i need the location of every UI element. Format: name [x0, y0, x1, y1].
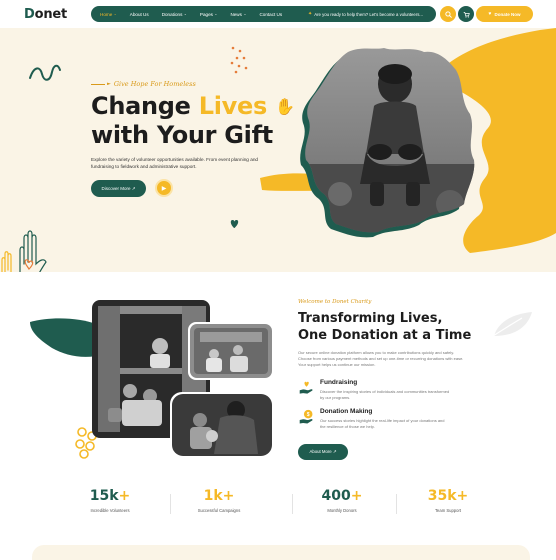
nav-item-news[interactable]: News ⌄	[230, 12, 246, 17]
donation-coin-icon: $	[299, 409, 313, 424]
about-tagline: Welcome to Donet Charity	[298, 299, 372, 305]
leaf-decoration	[489, 312, 532, 339]
handshake-icon: ✦	[308, 11, 313, 17]
heart-hand-icon: ♥	[488, 11, 492, 17]
feature-donation-making: $ Donation Making Our success stories hi…	[298, 408, 468, 438]
nav-item-contact-us[interactable]: Contact Us	[259, 12, 282, 17]
hero-section: ► Give Hope For Homeless Change Lives ✋ w…	[0, 28, 556, 272]
discover-more-button[interactable]: Discover More ↗	[91, 180, 146, 197]
main-nav: Home ⌄ About Us Donations ⌄ Pages ⌄ News ⌄ C…	[91, 6, 436, 22]
stat-campaigns: 1k+ Successful Campaigns	[197, 488, 241, 513]
about-description: Our secure online donation platform allo…	[298, 350, 464, 367]
about-title: Transforming Lives, One Donation at a Ti…	[298, 311, 472, 343]
play-icon: ▶	[161, 185, 167, 192]
chevron-down-icon: ⌄	[214, 12, 218, 16]
arrow-icon: ►	[107, 81, 111, 87]
hero-child-photo	[300, 48, 475, 238]
nav-item-donations[interactable]: Donations ⌄	[162, 12, 187, 17]
svg-text:$: $	[307, 412, 310, 418]
about-more-button[interactable]: About More ↗	[298, 444, 348, 460]
feature-fundraising: Fundraising Discover the inspiring stori…	[298, 379, 468, 409]
chevron-down-icon: ⌄	[113, 12, 117, 16]
site-header: Donet Home ⌄ About Us Donations ⌄ Pages ⌄ N…	[0, 0, 556, 28]
waving-hand-icon: ✋	[275, 97, 295, 116]
stat-volunteers: 15k+ Incredible Volunteers	[89, 488, 131, 513]
cart-button[interactable]	[458, 6, 474, 22]
hero-title: Change Lives ✋ with Your Gift	[91, 92, 295, 149]
nav-item-pages[interactable]: Pages ⌄	[200, 12, 218, 17]
next-section-band	[32, 545, 530, 560]
nav-volunteer-prompt[interactable]: ✦ Are you ready to help them? Let's becom…	[308, 11, 423, 17]
hero-description: Explore the variety of volunteer opportu…	[91, 157, 259, 169]
stats-row: 15k+ Incredible Volunteers 1k+ Successfu…	[60, 488, 500, 520]
photo-children-doorway	[188, 322, 274, 380]
donate-now-button[interactable]: ♥ Donate Now	[476, 6, 533, 22]
nav-item-about-us[interactable]: About Us	[130, 12, 149, 17]
hand-heart-icon	[299, 381, 313, 394]
hero-tagline: ► Give Hope For Homeless	[91, 80, 196, 88]
search-icon	[444, 10, 452, 18]
stat-donors: 400+ Monthly Donors	[321, 488, 363, 513]
about-photo-collage	[30, 300, 274, 459]
chevron-down-icon: ⌄	[243, 12, 247, 16]
search-button[interactable]	[440, 6, 456, 22]
play-video-button[interactable]: ▶	[155, 179, 173, 197]
chevron-down-icon: ⌄	[183, 12, 187, 16]
site-logo[interactable]: Donet	[24, 7, 67, 22]
stat-team-support: 35k+ Team Support	[427, 488, 469, 513]
nav-item-home[interactable]: Home ⌄	[100, 12, 117, 17]
photo-mother-children	[170, 392, 274, 458]
cart-icon	[463, 11, 470, 18]
